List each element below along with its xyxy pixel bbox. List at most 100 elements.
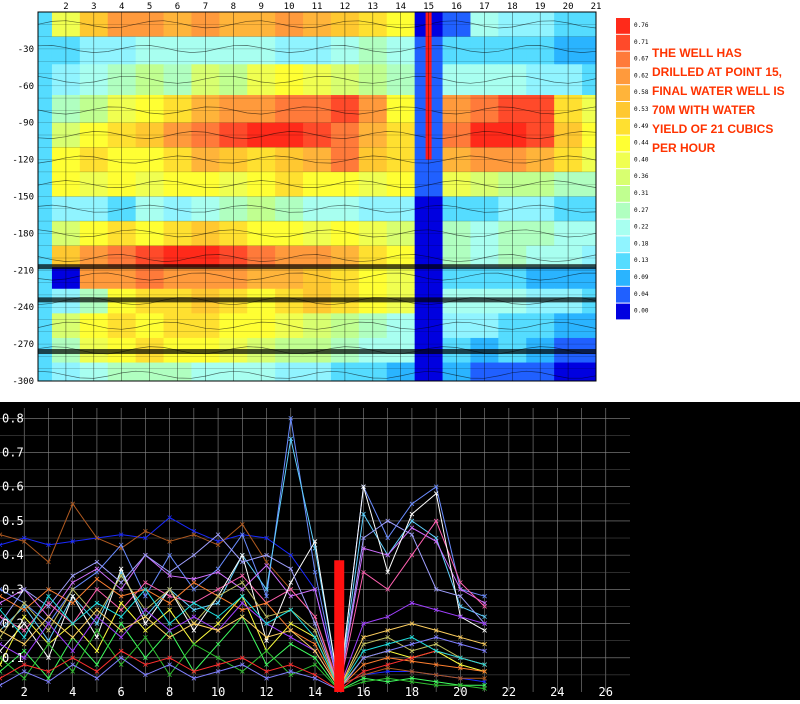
colorbar-label: 0.00 bbox=[634, 308, 649, 315]
section-cell bbox=[582, 122, 596, 148]
colorbar-label: 0.22 bbox=[634, 224, 649, 231]
x-tick-label: 10 bbox=[284, 2, 295, 12]
x-tick-label: 6 bbox=[118, 685, 125, 699]
colorbar-swatch bbox=[616, 152, 630, 169]
x-tick-label: 11 bbox=[312, 2, 323, 12]
x-tick-label: 14 bbox=[308, 685, 322, 699]
colorbar-label: 0.71 bbox=[634, 39, 649, 46]
profile-line-chart-panel: 0.1 0.2 0.3 0.4 0.5 0.6 0.7 0.8 2 4 6 8 10 12 14 16 18 20… bbox=[0, 402, 800, 700]
x-tick-label: 9 bbox=[258, 2, 263, 12]
y-tick-label: 0.4 bbox=[2, 548, 24, 562]
y-tick-label: -180 bbox=[12, 229, 34, 239]
colorbar-swatch bbox=[616, 286, 630, 303]
resistivity-section-panel: 2 3 4 5 6 7 8 9 10 11 12 13 14 15 16 17 18 19 20 21 -30 -60 -9… bbox=[0, 0, 800, 395]
colorbar-swatch bbox=[616, 219, 630, 236]
annotation-line: YIELD OF 21 CUBICS bbox=[652, 122, 774, 136]
y-tick-label: -90 bbox=[18, 119, 34, 129]
colorbar-swatch bbox=[616, 68, 630, 85]
x-tick-label: 10 bbox=[211, 685, 225, 699]
section-cell bbox=[582, 196, 596, 222]
x-tick-label: 21 bbox=[591, 2, 602, 12]
y-tick-label: -210 bbox=[12, 266, 34, 276]
annotation-line: DRILLED AT POINT 15, bbox=[652, 65, 783, 79]
series-point bbox=[0, 634, 3, 640]
x-tick-label: 2 bbox=[63, 2, 68, 12]
y-tick-label: 0.5 bbox=[2, 514, 24, 528]
colorbar-swatch bbox=[616, 202, 630, 219]
colorbar-swatch bbox=[616, 236, 630, 253]
y-tick-label: -30 bbox=[18, 45, 34, 55]
section-cell bbox=[582, 12, 596, 38]
colorbar-swatch bbox=[616, 169, 630, 185]
y-tick-label: 0.8 bbox=[2, 411, 24, 425]
x-tick-label: 12 bbox=[339, 2, 350, 12]
colorbar-label: 0.53 bbox=[634, 106, 649, 113]
colorbar-label: 0.40 bbox=[634, 156, 649, 163]
colorbar-swatch bbox=[616, 85, 630, 101]
colorbar-swatch bbox=[616, 135, 630, 152]
x-tick-label: 22 bbox=[502, 685, 516, 699]
y-tick-label: 0.6 bbox=[2, 480, 24, 494]
colorbar-label: 0.36 bbox=[634, 173, 649, 180]
x-tick-label: 12 bbox=[259, 685, 273, 699]
colorbar-label: 0.27 bbox=[634, 207, 649, 214]
x-tick-label: 4 bbox=[119, 2, 124, 12]
colorbar-label: 0.04 bbox=[634, 291, 649, 298]
colorbar-label: 0.76 bbox=[634, 22, 649, 29]
colorbar-label: 0.09 bbox=[634, 274, 649, 281]
series-point bbox=[0, 607, 3, 613]
section-cell bbox=[582, 171, 596, 197]
y-tick-label: 0.3 bbox=[2, 582, 24, 596]
x-tick-label: 17 bbox=[479, 2, 490, 12]
x-tick-label: 4 bbox=[69, 685, 76, 699]
x-tick-label: 8 bbox=[231, 2, 236, 12]
section-cell bbox=[582, 95, 596, 124]
well-annotation: THE WELL HAS DRILLED AT POINT 15, FINAL … bbox=[652, 44, 797, 158]
x-tick-label: 16 bbox=[356, 685, 370, 699]
annotation-line: PER HOUR bbox=[652, 141, 716, 155]
y-tick-label: -270 bbox=[12, 340, 34, 350]
y-tick-label: -240 bbox=[12, 303, 34, 313]
colorbar-label: 0.62 bbox=[634, 72, 649, 79]
colorbar-label: 0.44 bbox=[634, 140, 649, 147]
y-tick-label: 0.2 bbox=[2, 617, 24, 631]
x-tick-label: 26 bbox=[599, 685, 613, 699]
colorbar-swatch bbox=[616, 186, 630, 202]
colorbar-swatch bbox=[616, 102, 630, 118]
x-tick-label: 18 bbox=[405, 685, 419, 699]
annotation-line: FINAL WATER WELL IS bbox=[652, 84, 785, 98]
well-bar bbox=[334, 560, 345, 692]
colorbar-swatch bbox=[616, 253, 630, 269]
series-point bbox=[0, 676, 3, 681]
colorbar-label: 0.13 bbox=[634, 257, 649, 264]
y-tick-label: 0.7 bbox=[2, 445, 24, 459]
colorbar-swatch bbox=[616, 51, 630, 68]
series-point bbox=[0, 669, 3, 674]
profile-line-chart: 0.10.20.30.40.50.60.70.82 4 6 8 10 12 14 16 18 20… bbox=[0, 402, 652, 699]
x-tick-label: 16 bbox=[451, 2, 462, 12]
colorbar-label: 0.67 bbox=[634, 56, 649, 63]
x-tick-label: 24 bbox=[550, 685, 564, 699]
colorbar-swatch bbox=[616, 18, 630, 34]
colorbar-swatch bbox=[616, 303, 630, 320]
x-tick-label: 15 bbox=[423, 2, 434, 12]
y-tick-label: 0.1 bbox=[2, 651, 24, 665]
x-tick-label: 18 bbox=[507, 2, 518, 12]
series-point bbox=[0, 600, 3, 606]
x-tick-label: 7 bbox=[203, 2, 208, 12]
colorbar-swatch bbox=[616, 270, 630, 286]
section-cell bbox=[582, 362, 596, 381]
x-tick-label: 5 bbox=[147, 2, 152, 12]
x-tick-label: 6 bbox=[175, 2, 180, 12]
annotation-line: THE WELL HAS bbox=[652, 46, 742, 60]
colorbar-label: 0.58 bbox=[634, 89, 649, 96]
x-tick-label: 20 bbox=[563, 2, 574, 12]
x-tick-label: 20 bbox=[453, 685, 467, 699]
colorbar-swatch bbox=[616, 118, 630, 135]
corner-tab bbox=[630, 402, 652, 412]
y-tick-label: -300 bbox=[12, 377, 34, 387]
y-tick-label: -150 bbox=[12, 193, 34, 203]
x-tick-label: 3 bbox=[91, 2, 96, 12]
section-cell bbox=[582, 267, 596, 290]
x-tick-label: 19 bbox=[535, 2, 546, 12]
